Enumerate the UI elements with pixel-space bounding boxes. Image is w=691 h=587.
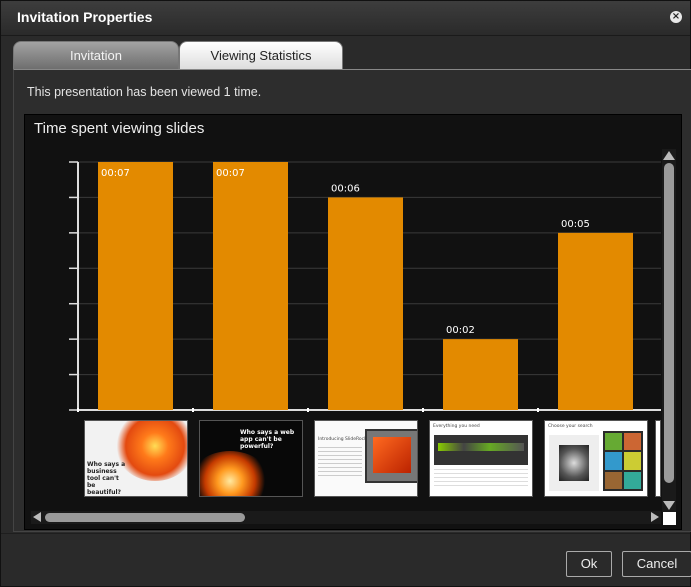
- vertical-scroll-thumb[interactable]: [664, 163, 674, 483]
- ok-button[interactable]: Ok: [566, 551, 612, 577]
- thumbnail-caption: Who says a business tool can't be beauti…: [87, 461, 126, 496]
- slide-thumbnail-1[interactable]: Who says a business tool can't be beauti…: [84, 420, 188, 497]
- scroll-left-icon[interactable]: [33, 512, 41, 522]
- scroll-up-icon[interactable]: [663, 151, 675, 160]
- slide-thumbnail-2[interactable]: Who says a web app can't be powerful?: [199, 420, 303, 497]
- title-bar: Invitation Properties ×: [1, 1, 690, 36]
- view-count-text: This presentation has been viewed 1 time…: [27, 85, 262, 99]
- invitation-properties-dialog: Invitation Properties × Invitation Viewi…: [0, 0, 691, 587]
- slide-thumbnail-4[interactable]: Everything you need: [429, 420, 533, 497]
- thumbnail-caption: Who says a web app can't be powerful?: [240, 429, 295, 450]
- vertical-scrollbar[interactable]: [662, 149, 676, 512]
- close-icon[interactable]: ×: [670, 11, 682, 23]
- cancel-button[interactable]: Cancel: [622, 551, 691, 577]
- scroll-down-icon[interactable]: [663, 501, 675, 510]
- slide-thumbnail-5[interactable]: Choose your search: [544, 420, 648, 497]
- slide-thumbnail-partial[interactable]: [655, 420, 661, 497]
- horizontal-scroll-thumb[interactable]: [45, 513, 245, 522]
- chart-area: Time spent viewing slides 00:07 00:07 00:0…: [24, 114, 682, 530]
- slide-thumbnails: Who says a business tool can't be beauti…: [25, 115, 683, 531]
- thumbnail-caption: Everything you need: [433, 424, 480, 429]
- thumbnail-caption: Choose your search: [548, 424, 593, 429]
- slide-thumbnail-3[interactable]: Introducing SlideRocket: [314, 420, 418, 497]
- tab-viewing-statistics[interactable]: Viewing Statistics: [179, 41, 343, 70]
- scroll-right-icon[interactable]: [651, 512, 659, 522]
- tab-invitation[interactable]: Invitation: [13, 41, 179, 70]
- horizontal-scrollbar[interactable]: [31, 511, 661, 524]
- footer-divider: [1, 533, 690, 534]
- viewing-statistics-panel: This presentation has been viewed 1 time…: [13, 69, 691, 532]
- scroll-corner: [663, 512, 676, 525]
- dialog-title: Invitation Properties: [17, 9, 153, 25]
